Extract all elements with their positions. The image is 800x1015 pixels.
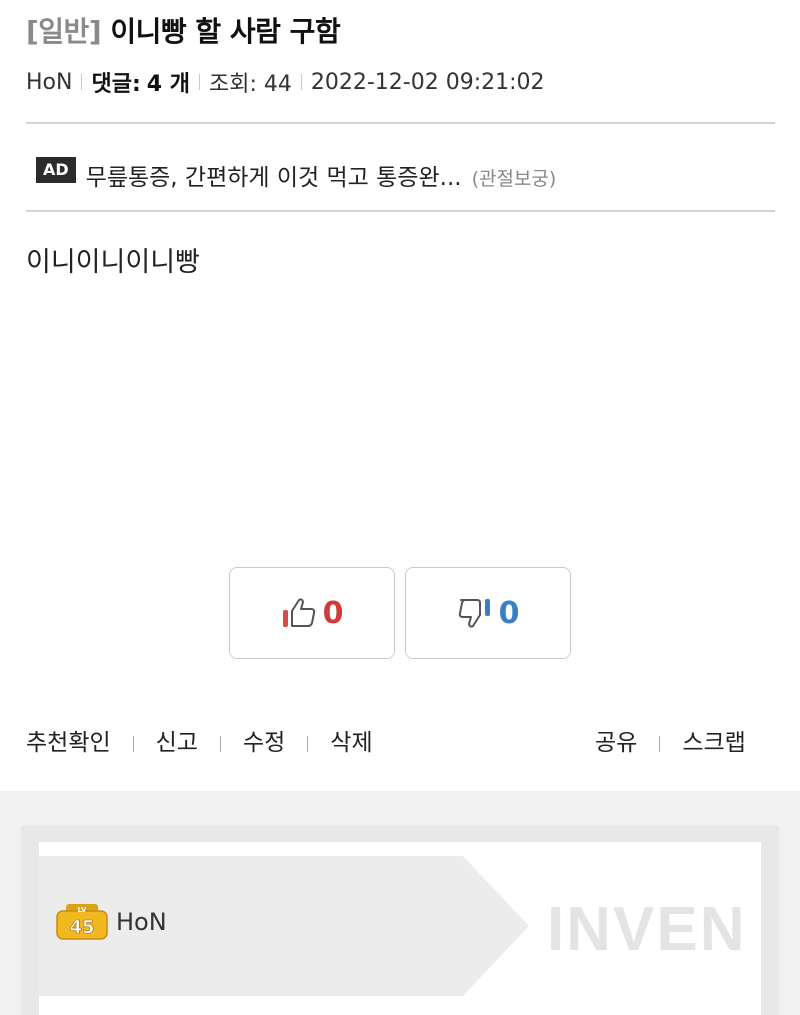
divider (307, 736, 309, 752)
edit-link[interactable]: 수정 (243, 723, 285, 757)
report-link[interactable]: 신고 (156, 723, 198, 757)
profile-card: LV 45 HoN INVEN (39, 842, 761, 1015)
post-author[interactable]: HoN (26, 70, 72, 95)
downvote-count: 0 (498, 595, 520, 631)
thumbs-down-icon (458, 599, 490, 628)
post-meta: HoN 댓글: 4 개 조회: 44 2022-12-02 09:21:02 (26, 66, 545, 98)
level-number: 45 (69, 917, 94, 938)
divider (659, 736, 661, 752)
delete-link[interactable]: 삭제 (330, 723, 372, 757)
inven-logo: INVEN (547, 895, 747, 964)
ad-banner[interactable]: AD 무릎통증, 간편하게 이것 먹고 통증완... (관절보궁) (36, 148, 556, 192)
ad-text[interactable]: 무릎통증, 간편하게 이것 먹고 통증완... (86, 158, 462, 192)
downvote-button[interactable]: 0 (405, 567, 571, 659)
upvote-count: 0 (322, 595, 344, 631)
divider (26, 122, 775, 124)
divider (198, 74, 200, 90)
share-link[interactable]: 공유 (595, 723, 637, 757)
post-date: 2022-12-02 09:21:02 (310, 69, 545, 95)
profile-name[interactable]: HoN (116, 908, 167, 936)
view-count: 조회: 44 (208, 72, 292, 97)
comment-count[interactable]: 4 개 (147, 66, 190, 98)
divider (219, 736, 221, 752)
divider (26, 210, 775, 212)
ad-badge: AD (36, 157, 76, 183)
divider (81, 74, 83, 90)
post-title: 이니빵 할 사람 구함 (110, 15, 341, 48)
divider (132, 736, 134, 752)
thumbs-up-icon (282, 598, 315, 627)
ad-source: (관절보궁) (471, 167, 557, 190)
upvote-button[interactable]: 0 (229, 567, 395, 659)
level-badge-icon: LV 45 (56, 904, 108, 940)
post-title-row: [일반] 이니빵 할 사람 구함 (26, 10, 341, 50)
profile-user[interactable]: LV 45 HoN (56, 904, 167, 940)
comment-count-label: 댓글: (91, 72, 141, 97)
post-body: 이니이니이니빵 (26, 247, 200, 278)
divider (300, 74, 302, 90)
view-recommendations-link[interactable]: 추천확인 (26, 723, 111, 757)
post-actions-left: 추천확인 신고 수정 삭제 (26, 723, 373, 757)
post-category: [일반] (26, 15, 102, 48)
level-prefix: LV (78, 906, 87, 914)
post-actions-right: 공유 스크랩 (595, 723, 746, 757)
scrap-link[interactable]: 스크랩 (682, 723, 745, 757)
